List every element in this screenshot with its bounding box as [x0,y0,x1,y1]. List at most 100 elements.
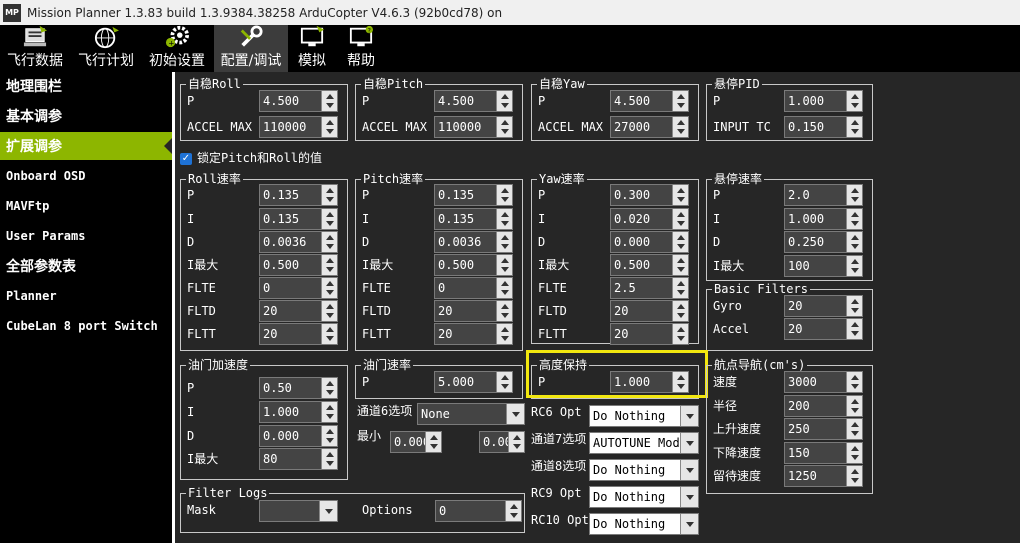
spinner-arrows-icon[interactable] [508,432,524,452]
loiter-rate-imax-spinner[interactable]: 100 [784,255,863,277]
wpnav-loiter-speed-spinner[interactable]: 1250 [784,465,863,487]
loiter-rate-p-spinner[interactable]: 2.0 [784,184,863,206]
rc6-opt-dropdown[interactable]: Do Nothing [589,405,699,427]
spinner-arrows-icon[interactable] [846,372,862,392]
spinner-arrows-icon[interactable] [846,209,862,229]
alt-hold-p-spinner[interactable]: 1.000 [610,371,689,393]
spinner-arrows-icon[interactable] [496,301,512,321]
loiter-rate-i-spinner[interactable]: 1.000 [784,208,863,230]
spinner-arrows-icon[interactable] [321,378,337,398]
spinner-arrows-icon[interactable] [846,396,862,416]
spinner-arrows-icon[interactable] [496,372,512,392]
rate-pitch-d-spinner[interactable]: 0.0036 [434,231,513,253]
rate-yaw-d-spinner[interactable]: 0.000 [610,231,689,253]
rate-yaw-i-spinner[interactable]: 0.020 [610,208,689,230]
rate-yaw-imax-spinner[interactable]: 0.500 [610,254,689,276]
flight-plan-button[interactable]: 飞行计划 [74,25,138,72]
spinner-arrows-icon[interactable] [672,209,688,229]
sidebar-item-basic-tuning[interactable]: 基本调参 [0,102,172,130]
spinner-arrows-icon[interactable] [672,255,688,275]
spinner-arrows-icon[interactable] [496,278,512,298]
rate-roll-fltt-spinner[interactable]: 20 [259,323,338,345]
sidebar-item-onboard-osd[interactable]: Onboard OSD [0,162,172,190]
throttle-accel-imax-spinner[interactable]: 80 [259,448,338,470]
rate-yaw-p-spinner[interactable]: 0.300 [610,184,689,206]
spinner-arrows-icon[interactable] [846,466,862,486]
accel-filter-spinner[interactable]: 20 [784,318,863,340]
spinner-arrows-icon[interactable] [496,209,512,229]
throttle-rate-p-spinner[interactable]: 5.000 [434,371,513,393]
spinner-arrows-icon[interactable] [321,426,337,446]
rate-pitch-imax-spinner[interactable]: 0.500 [434,254,513,276]
rate-pitch-fltt-spinner[interactable]: 20 [434,323,513,345]
rate-roll-i-spinner[interactable]: 0.135 [259,208,338,230]
rate-yaw-flte-spinner[interactable]: 2.5 [610,277,689,299]
simulation-button[interactable]: 模拟 [291,25,333,72]
rate-roll-p-spinner[interactable]: 0.135 [259,184,338,206]
spinner-arrows-icon[interactable] [672,301,688,321]
sidebar-item-extended-tuning[interactable]: 扩展调参 [0,132,172,160]
spinner-arrows-icon[interactable] [321,209,337,229]
sidebar-item-user-params[interactable]: User Params [0,222,172,250]
spinner-arrows-icon[interactable] [846,256,862,276]
filter-logs-mask-dropdown[interactable] [259,500,338,522]
initial-setup-button[interactable]: + 初始设置 [144,25,210,72]
sidebar-item-mavftp[interactable]: MAVFtp [0,192,172,220]
spinner-arrows-icon[interactable] [846,232,862,252]
gyro-filter-spinner[interactable]: 20 [784,295,863,317]
spinner-arrows-icon[interactable] [672,324,688,344]
stab-yaw-p-spinner[interactable]: 4.500 [610,90,689,112]
chevron-down-icon[interactable] [680,460,698,480]
spinner-arrows-icon[interactable] [846,117,862,137]
throttle-accel-i-spinner[interactable]: 1.000 [259,401,338,423]
spinner-arrows-icon[interactable] [672,278,688,298]
rate-pitch-p-spinner[interactable]: 0.135 [434,184,513,206]
spinner-arrows-icon[interactable] [672,91,688,111]
stab-pitch-p-spinner[interactable]: 4.500 [434,90,513,112]
stab-roll-accel-spinner[interactable]: 110000 [259,116,338,138]
rate-roll-flte-spinner[interactable]: 0 [259,277,338,299]
sidebar-item-full-parameter-list[interactable]: 全部参数表 [0,252,172,280]
rate-roll-fltd-spinner[interactable]: 20 [259,300,338,322]
loiter-rate-d-spinner[interactable]: 0.250 [784,231,863,253]
spinner-arrows-icon[interactable] [496,232,512,252]
sidebar-item-geofence[interactable]: 地理围栏 [0,72,172,100]
stab-roll-p-spinner[interactable]: 4.500 [259,90,338,112]
spinner-arrows-icon[interactable] [846,319,862,339]
rate-roll-imax-spinner[interactable]: 0.500 [259,254,338,276]
rc7-opt-dropdown[interactable]: AUTOTUNE Mode [589,432,699,454]
ch6-min-spinner[interactable]: 0.000 [390,431,442,453]
spinner-arrows-icon[interactable] [496,117,512,137]
rate-yaw-fltd-spinner[interactable]: 20 [610,300,689,322]
ch6-option-dropdown[interactable]: None [417,403,525,425]
spinner-arrows-icon[interactable] [496,324,512,344]
spinner-arrows-icon[interactable] [425,432,441,452]
spinner-arrows-icon[interactable] [321,278,337,298]
rate-pitch-i-spinner[interactable]: 0.135 [434,208,513,230]
chevron-down-icon[interactable] [680,433,698,453]
spinner-arrows-icon[interactable] [321,324,337,344]
chevron-down-icon[interactable] [319,501,337,521]
rate-pitch-flte-spinner[interactable]: 0 [434,277,513,299]
spinner-arrows-icon[interactable] [496,185,512,205]
spinner-arrows-icon[interactable] [321,402,337,422]
sidebar-item-cubelan-switch[interactable]: CubeLan 8 port Switch [0,312,172,340]
help-button[interactable]: ? 帮助 [340,25,382,72]
chevron-down-icon[interactable] [680,487,698,507]
wpnav-climb-spinner[interactable]: 250 [784,418,863,440]
rc9-opt-dropdown[interactable]: Do Nothing [589,486,699,508]
spinner-arrows-icon[interactable] [672,232,688,252]
spinner-arrows-icon[interactable] [496,91,512,111]
spinner-arrows-icon[interactable] [846,296,862,316]
spinner-arrows-icon[interactable] [496,255,512,275]
spinner-arrows-icon[interactable] [321,449,337,469]
rate-roll-d-spinner[interactable]: 0.0036 [259,231,338,253]
spinner-arrows-icon[interactable] [672,185,688,205]
config-tuning-button[interactable]: 配置/调试 [214,25,288,72]
wpnav-speed-spinner[interactable]: 3000 [784,371,863,393]
throttle-accel-d-spinner[interactable]: 0.000 [259,425,338,447]
spinner-arrows-icon[interactable] [505,501,521,521]
ch6-max-spinner[interactable]: 0.000 [479,431,525,453]
spinner-arrows-icon[interactable] [846,443,862,463]
spinner-arrows-icon[interactable] [846,91,862,111]
